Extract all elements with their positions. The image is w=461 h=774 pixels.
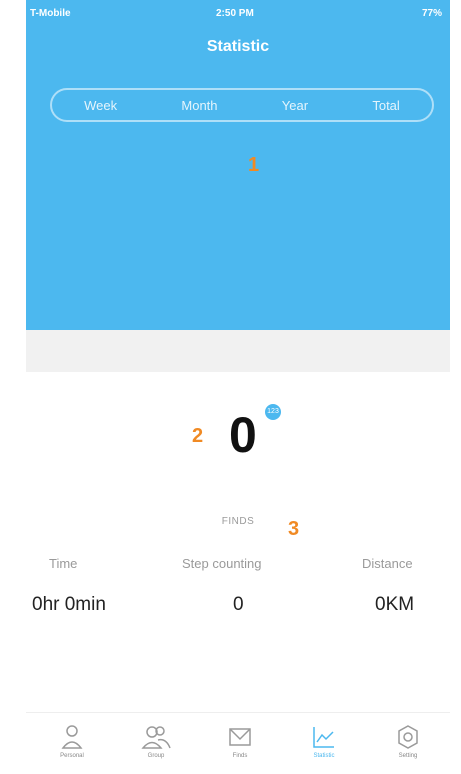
person-icon (42, 723, 102, 751)
page-title: Statistic (206, 38, 270, 55)
annotation-marker-2: 2 (192, 425, 204, 447)
tab-personal[interactable]: Personal (42, 723, 102, 759)
carrier-label: T-Mobile (30, 8, 71, 19)
info-badge[interactable]: 123 (265, 404, 281, 420)
annotation-marker-1: 1 (248, 154, 260, 176)
steps-value: 0 (233, 594, 244, 615)
statistic-chart-area: T-Mobile 2:50 PM 77% Statistic Week Mont… (26, 0, 450, 330)
steps-label: Step counting (182, 556, 262, 571)
finds-icon (210, 723, 270, 751)
tab-statistic[interactable]: Statistic (294, 723, 354, 759)
annotation-marker-3: 3 (288, 518, 300, 540)
gear-icon (378, 723, 438, 751)
tab-setting[interactable]: Setting (378, 723, 438, 759)
line-chart-icon (294, 723, 354, 751)
distance-label: Distance (362, 556, 413, 571)
tab-setting-label: Setting (398, 753, 418, 759)
tab-year[interactable]: Year (272, 98, 318, 113)
bottom-tab-bar: Personal Group Finds Statistic Setting (26, 712, 450, 774)
tab-month[interactable]: Month (171, 98, 227, 113)
status-bar: T-Mobile 2:50 PM 77% (26, 8, 450, 24)
total-value: 0 (229, 407, 257, 463)
distance-value: 0KM (375, 594, 415, 615)
metric-labels-row: Time Step counting Distance (26, 556, 450, 574)
tab-statistic-label: Statistic (313, 753, 335, 759)
tab-finds[interactable]: Finds (210, 723, 270, 759)
time-label: Time (49, 556, 78, 571)
section-divider (26, 330, 450, 372)
battery-label: 77% (421, 8, 442, 19)
time-value: 0hr 0min (32, 594, 106, 615)
tab-total[interactable]: Total (362, 98, 409, 113)
group-icon (126, 723, 186, 751)
clock-label: 2:50 PM (216, 8, 254, 19)
tab-group-label: Group (147, 753, 165, 759)
period-segmented-control: Week Month Year Total (50, 88, 434, 122)
tab-group[interactable]: Group (126, 723, 186, 759)
unit-label: FINDS (221, 516, 255, 527)
metric-values-row: 0hr 0min 0 0KM (26, 594, 450, 618)
tab-personal-label: Personal (60, 753, 84, 759)
app-screen: T-Mobile 2:50 PM 77% Statistic Week Mont… (26, 0, 450, 774)
tab-finds-label: Finds (232, 753, 248, 759)
tab-week[interactable]: Week (74, 98, 127, 113)
